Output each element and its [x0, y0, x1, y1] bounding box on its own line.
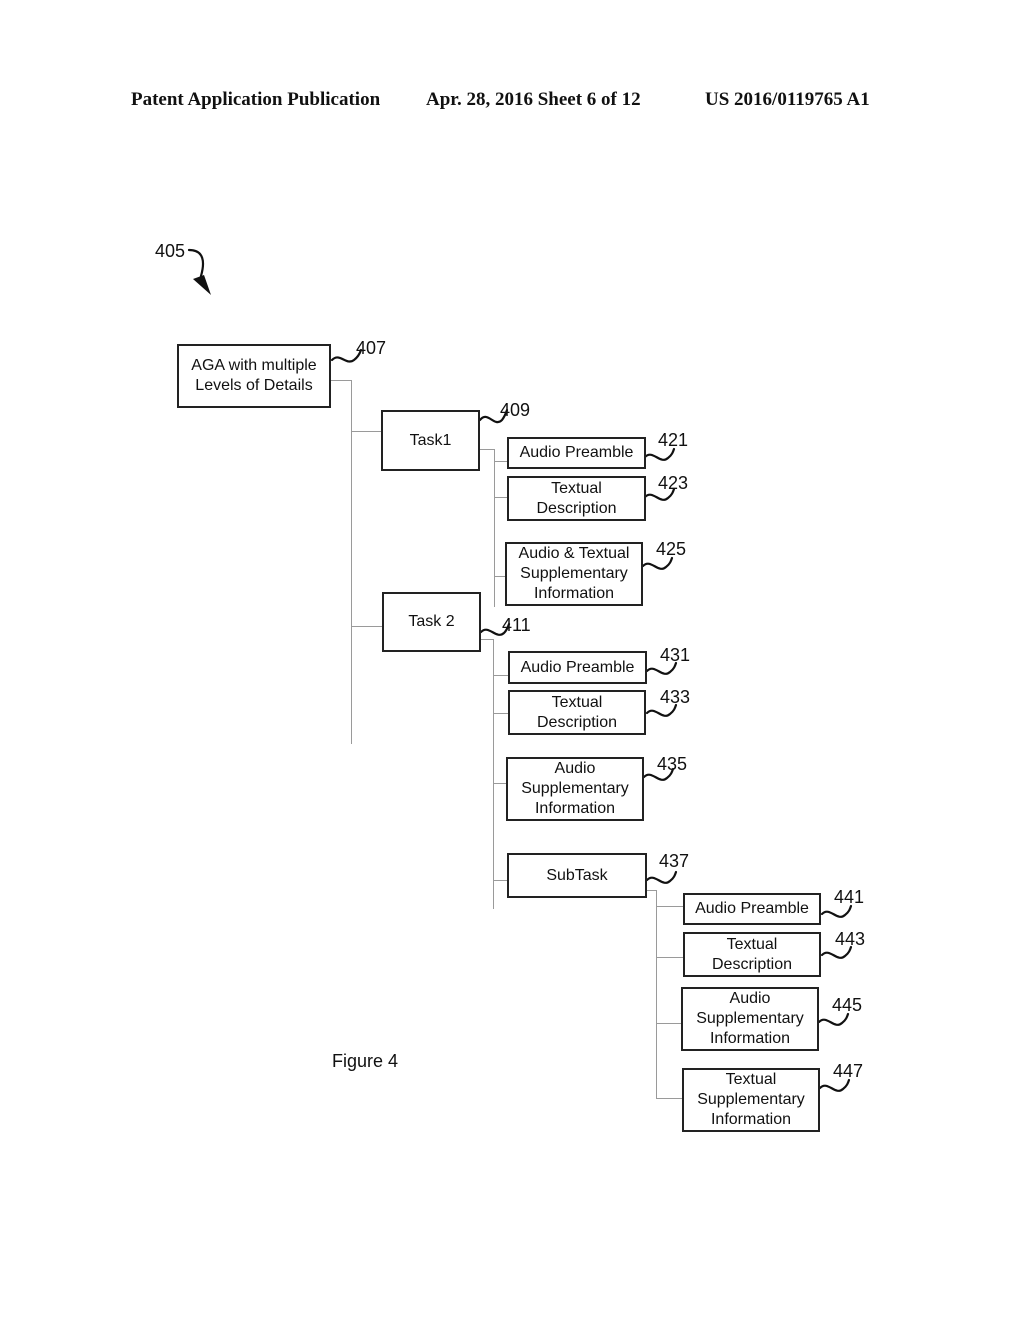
ref-425: 425	[656, 539, 687, 559]
arrowhead-405-icon	[193, 275, 211, 295]
subtask-box: SubTask	[507, 853, 647, 898]
st-audio-supplementary-box: Audio Supplementary Information	[681, 987, 819, 1051]
t1-audio-preamble-box: Audio Preamble	[507, 437, 646, 469]
root-node-box: AGA with multiple Levels of Details	[177, 344, 331, 408]
st-textual-description-box: Textual Description	[683, 932, 821, 977]
ref-409: 409	[500, 400, 531, 420]
st-audio-preamble-box: Audio Preamble	[683, 893, 821, 925]
t2-audio-preamble-box: Audio Preamble	[508, 651, 647, 684]
st-textual-supplementary-box: Textual Supplementary Information	[682, 1068, 820, 1132]
t1-supplementary-box: Audio & Textual Supplementary Informatio…	[505, 542, 643, 606]
ref-421: 421	[658, 430, 689, 450]
ref-447: 447	[833, 1061, 864, 1081]
t2-textual-description-box: Textual Description	[508, 690, 646, 735]
ref-431: 431	[660, 645, 691, 665]
ref-433: 433	[660, 687, 691, 707]
task2-box: Task 2	[382, 592, 481, 652]
ref-423: 423	[658, 473, 689, 493]
ref-441: 441	[834, 887, 865, 907]
t1-textual-description-box: Textual Description	[507, 476, 646, 521]
ref-411: 411	[502, 615, 531, 635]
ref-407: 407	[356, 338, 387, 358]
t2-audio-supplementary-box: Audio Supplementary Information	[506, 757, 644, 821]
ref-443: 443	[835, 929, 866, 949]
ref-437: 437	[659, 851, 690, 871]
ref-435: 435	[657, 754, 688, 774]
task1-box: Task1	[381, 410, 480, 471]
figure-label: Figure 4	[332, 1051, 399, 1071]
ref-445: 445	[832, 995, 863, 1015]
leader-437	[645, 870, 678, 884]
